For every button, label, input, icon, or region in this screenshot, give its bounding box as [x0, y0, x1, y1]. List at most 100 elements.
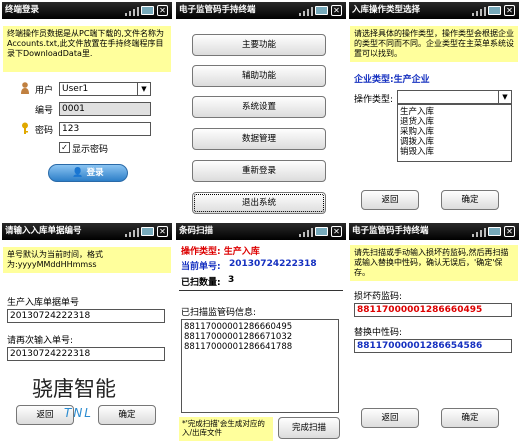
close-icon[interactable]: ✕ — [331, 226, 342, 237]
close-icon[interactable]: ✕ — [157, 5, 168, 16]
ok-button[interactable]: 确定 — [441, 190, 499, 210]
main-menu-screen: 电子监管码手持终端 ✕ 主要功能 辅助功能 系统设置 数据管理 重新登录 退出系… — [176, 2, 346, 224]
finish-scan-button[interactable]: 完成扫描 — [278, 417, 340, 439]
signal-icon — [472, 6, 486, 16]
battery-icon — [315, 227, 328, 236]
signal-icon — [472, 227, 486, 237]
window-title: 电子监管码手持终端 — [352, 226, 429, 236]
login-button-label: 登录 — [86, 168, 104, 178]
status-icons: ✕ — [472, 5, 517, 16]
chevron-down-icon[interactable]: ▼ — [498, 91, 511, 103]
option-item[interactable]: 退货入库 — [400, 117, 509, 127]
close-icon[interactable]: ✕ — [504, 226, 515, 237]
info-note: 终端操作员数据是从PC端下载的,文件名称为Accounts.txt,此文件放置在… — [3, 26, 171, 72]
option-item[interactable]: 销毁入库 — [400, 147, 509, 157]
key-icon — [22, 122, 28, 134]
show-password-label: 显示密码 — [72, 145, 109, 155]
ok-button[interactable]: 确定 — [98, 405, 156, 425]
title-bar: 电子监管码手持终端 ✕ — [349, 223, 519, 240]
user-label: 用户 — [35, 86, 54, 96]
op-type-label: 操作类型: — [354, 95, 394, 105]
watermark-logo-mark: TNL — [64, 406, 93, 420]
replace-screen: 电子监管码手持终端 ✕ 请先扫描或手动输入损坏药监码,然后再扫描或输入替换中性码… — [349, 223, 519, 445]
window-title: 条码扫描 — [179, 226, 214, 236]
battery-icon — [141, 6, 154, 15]
status-icons: ✕ — [125, 226, 170, 237]
signal-icon — [125, 6, 139, 16]
damaged-code-label: 损坏药监码: — [354, 292, 403, 302]
scanned-count-value: 3 — [228, 275, 235, 285]
user-icon — [21, 82, 29, 94]
signal-icon — [299, 6, 313, 16]
signal-icon — [125, 227, 139, 237]
title-bar: 请输入入库单据编号 ✕ — [2, 223, 172, 240]
op-type-options[interactable]: 生产入库 退货入库 采购入库 调拨入库 销毁入库 — [397, 104, 512, 162]
divider — [179, 290, 343, 291]
enterprise-type: 企业类型:生产企业 — [354, 75, 430, 85]
close-icon[interactable]: ✕ — [157, 226, 168, 237]
window-title: 入库操作类型选择 — [352, 5, 421, 15]
list-item[interactable]: 88117000001286671032 — [184, 332, 336, 342]
status-icons: ✕ — [472, 226, 517, 237]
data-management-button[interactable]: 数据管理 — [192, 128, 326, 150]
order-number-field[interactable]: 20130724222318 — [7, 309, 165, 323]
battery-icon — [488, 6, 501, 15]
status-icons: ✕ — [125, 5, 170, 16]
close-icon[interactable]: ✕ — [504, 5, 515, 16]
damaged-code-field[interactable]: 88117000001286660495 — [354, 303, 512, 317]
confirm-order-label: 请再次输入单号: — [7, 336, 74, 346]
user-select-value: User1 — [62, 84, 89, 94]
user-icon: 👤 — [72, 168, 84, 178]
login-button[interactable]: 👤 登录 — [48, 164, 128, 182]
exit-system-button[interactable]: 退出系统 — [192, 192, 326, 214]
aux-functions-button[interactable]: 辅助功能 — [192, 65, 326, 87]
battery-icon — [488, 227, 501, 236]
ok-button[interactable]: 确定 — [441, 408, 499, 428]
list-item[interactable]: 88117000001286660495 — [184, 322, 336, 332]
back-button[interactable]: 返回 — [361, 408, 419, 428]
password-field[interactable]: 123 — [59, 122, 151, 136]
option-item[interactable]: 生产入库 — [400, 107, 509, 117]
scanned-codes-list[interactable]: 88117000001286660495 8811700000128667103… — [181, 319, 339, 413]
main-functions-button[interactable]: 主要功能 — [192, 34, 326, 56]
title-bar: 电子监管码手持终端 ✕ — [176, 2, 346, 19]
scanned-info-label: 已扫描监管码信息: — [181, 308, 257, 318]
scan-screen: 条码扫描 ✕ 操作类型: 生产入库 当前单号: 20130724222318 已… — [176, 223, 346, 445]
battery-icon — [315, 6, 328, 15]
relogin-button[interactable]: 重新登录 — [192, 160, 326, 182]
watermark-logo-text: 骁唐智能 — [32, 377, 116, 401]
system-settings-button[interactable]: 系统设置 — [192, 96, 326, 118]
confirm-order-field[interactable]: 20130724222318 — [7, 347, 165, 361]
order-label: 生产入库单据单号 — [7, 298, 80, 308]
replace-code-label: 替换中性码: — [354, 328, 403, 338]
type-select-screen: 入库操作类型选择 ✕ 请选择具体的操作类型，操作类型会根据企业的类型不同而不同。… — [349, 2, 519, 224]
list-item[interactable]: 88117000001286641788 — [184, 342, 336, 352]
op-type-select[interactable]: ▼ — [397, 90, 512, 104]
window-title: 电子监管码手持终端 — [179, 5, 256, 15]
battery-icon — [141, 227, 154, 236]
option-item[interactable]: 采购入库 — [400, 127, 509, 137]
back-button[interactable]: 返回 — [361, 190, 419, 210]
current-order-value: 20130724222318 — [229, 259, 317, 269]
chevron-down-icon[interactable]: ▼ — [137, 83, 150, 95]
number-label: 编号 — [35, 106, 54, 116]
info-note: 请选择具体的操作类型，操作类型会根据企业的类型不同而不同。企业类型在主菜单系统设… — [350, 26, 518, 62]
window-title: 终端登录 — [5, 5, 40, 15]
order-number-screen: 请输入入库单据编号 ✕ 单号默认为当前时间，格式为:yyyyMMddHHmmss… — [2, 223, 172, 445]
title-bar: 条码扫描 ✕ — [176, 223, 346, 240]
number-field: 0001 — [59, 102, 151, 116]
status-icons: ✕ — [299, 5, 344, 16]
close-icon[interactable]: ✕ — [331, 5, 342, 16]
option-item[interactable]: 调拨入库 — [400, 137, 509, 147]
info-note: 单号默认为当前时间，格式为:yyyyMMddHHmmss — [3, 247, 171, 273]
title-bar: 终端登录 ✕ — [2, 2, 172, 19]
status-icons: ✕ — [299, 226, 344, 237]
show-password-checkbox[interactable]: ✓ — [59, 142, 70, 153]
login-screen: 终端登录 ✕ 终端操作员数据是从PC端下载的,文件名称为Accounts.txt… — [2, 2, 172, 224]
replace-code-field[interactable]: 88117000001286654586 — [354, 339, 512, 353]
password-label: 密码 — [35, 126, 54, 136]
signal-icon — [299, 227, 313, 237]
info-note: 请先扫描或手动输入损坏药监码,然后再扫描或输入替换中性码，确认无误后，'确定'保… — [350, 245, 518, 281]
user-select[interactable]: User1 ▼ — [59, 82, 151, 96]
finish-note: *'完成扫描'会生成对应的入/出库文件 — [179, 417, 273, 441]
